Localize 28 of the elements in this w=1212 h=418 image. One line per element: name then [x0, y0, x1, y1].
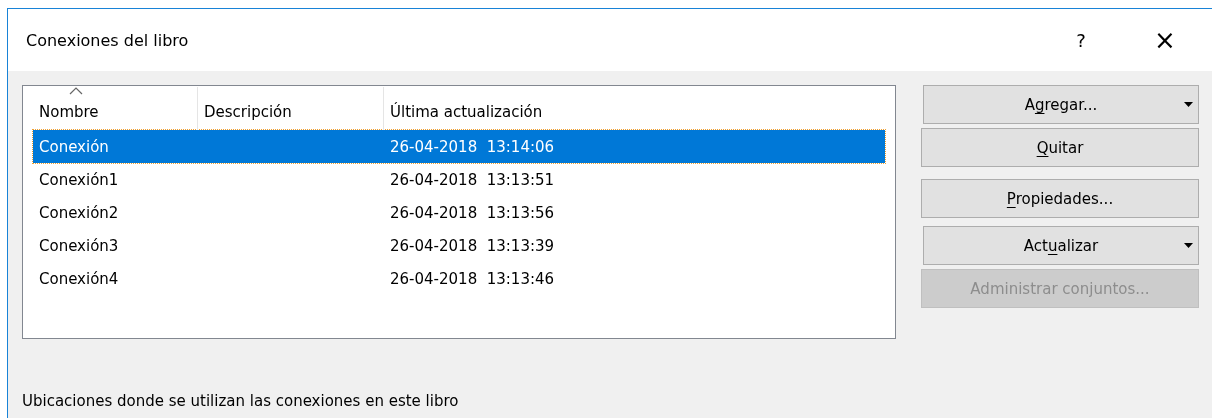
- connection-row[interactable]: Conexión 26-04-2018 13:14:06: [33, 130, 885, 163]
- updated-cell-text: 26-04-2018 13:13:46: [389, 269, 555, 288]
- locations-label: Ubicaciones donde se utilizan las conexiones en este libro: [22, 392, 459, 410]
- action-button[interactable]: Propiedades...: [921, 179, 1199, 218]
- column-header[interactable]: Descripción: [204, 103, 292, 121]
- column-header[interactable]: Nombre: [39, 103, 99, 121]
- action-button[interactable]: Quitar: [921, 128, 1199, 167]
- connection-row[interactable]: Conexión3 26-04-2018 13:13:39: [33, 229, 885, 262]
- updated-cell-text: 26-04-2018 13:14:06: [389, 137, 555, 156]
- name-cell-text: Conexión: [38, 137, 110, 156]
- name-cell-text: Conexión3: [38, 236, 120, 255]
- action-button[interactable]: Actualizar: [923, 226, 1199, 265]
- connection-row[interactable]: Conexión2 26-04-2018 13:13:56: [33, 196, 885, 229]
- name-cell-text: Conexión1: [38, 170, 120, 189]
- connection-row[interactable]: Conexión4 26-04-2018 13:13:46: [33, 262, 885, 295]
- action-button[interactable]: Agregar...: [923, 85, 1199, 124]
- name-cell-text: Conexión2: [38, 203, 120, 222]
- updated-cell-text: 26-04-2018 13:13:51: [389, 170, 555, 189]
- connection-row[interactable]: Conexión1 26-04-2018 13:13:51: [33, 163, 885, 196]
- close-button[interactable]: ×: [1140, 20, 1190, 60]
- window-title: Conexiones del libro: [26, 30, 190, 50]
- name-cell-text: Conexión4: [38, 269, 120, 288]
- updated-cell-text: 26-04-2018 13:13:39: [389, 236, 555, 255]
- dropdown-caret-icon: [1184, 243, 1193, 248]
- column-header[interactable]: Última actualización: [390, 103, 543, 121]
- dropdown-caret-icon: [1184, 102, 1193, 107]
- help-button[interactable]: ?: [1056, 20, 1106, 60]
- updated-cell-text: 26-04-2018 13:13:56: [389, 203, 555, 222]
